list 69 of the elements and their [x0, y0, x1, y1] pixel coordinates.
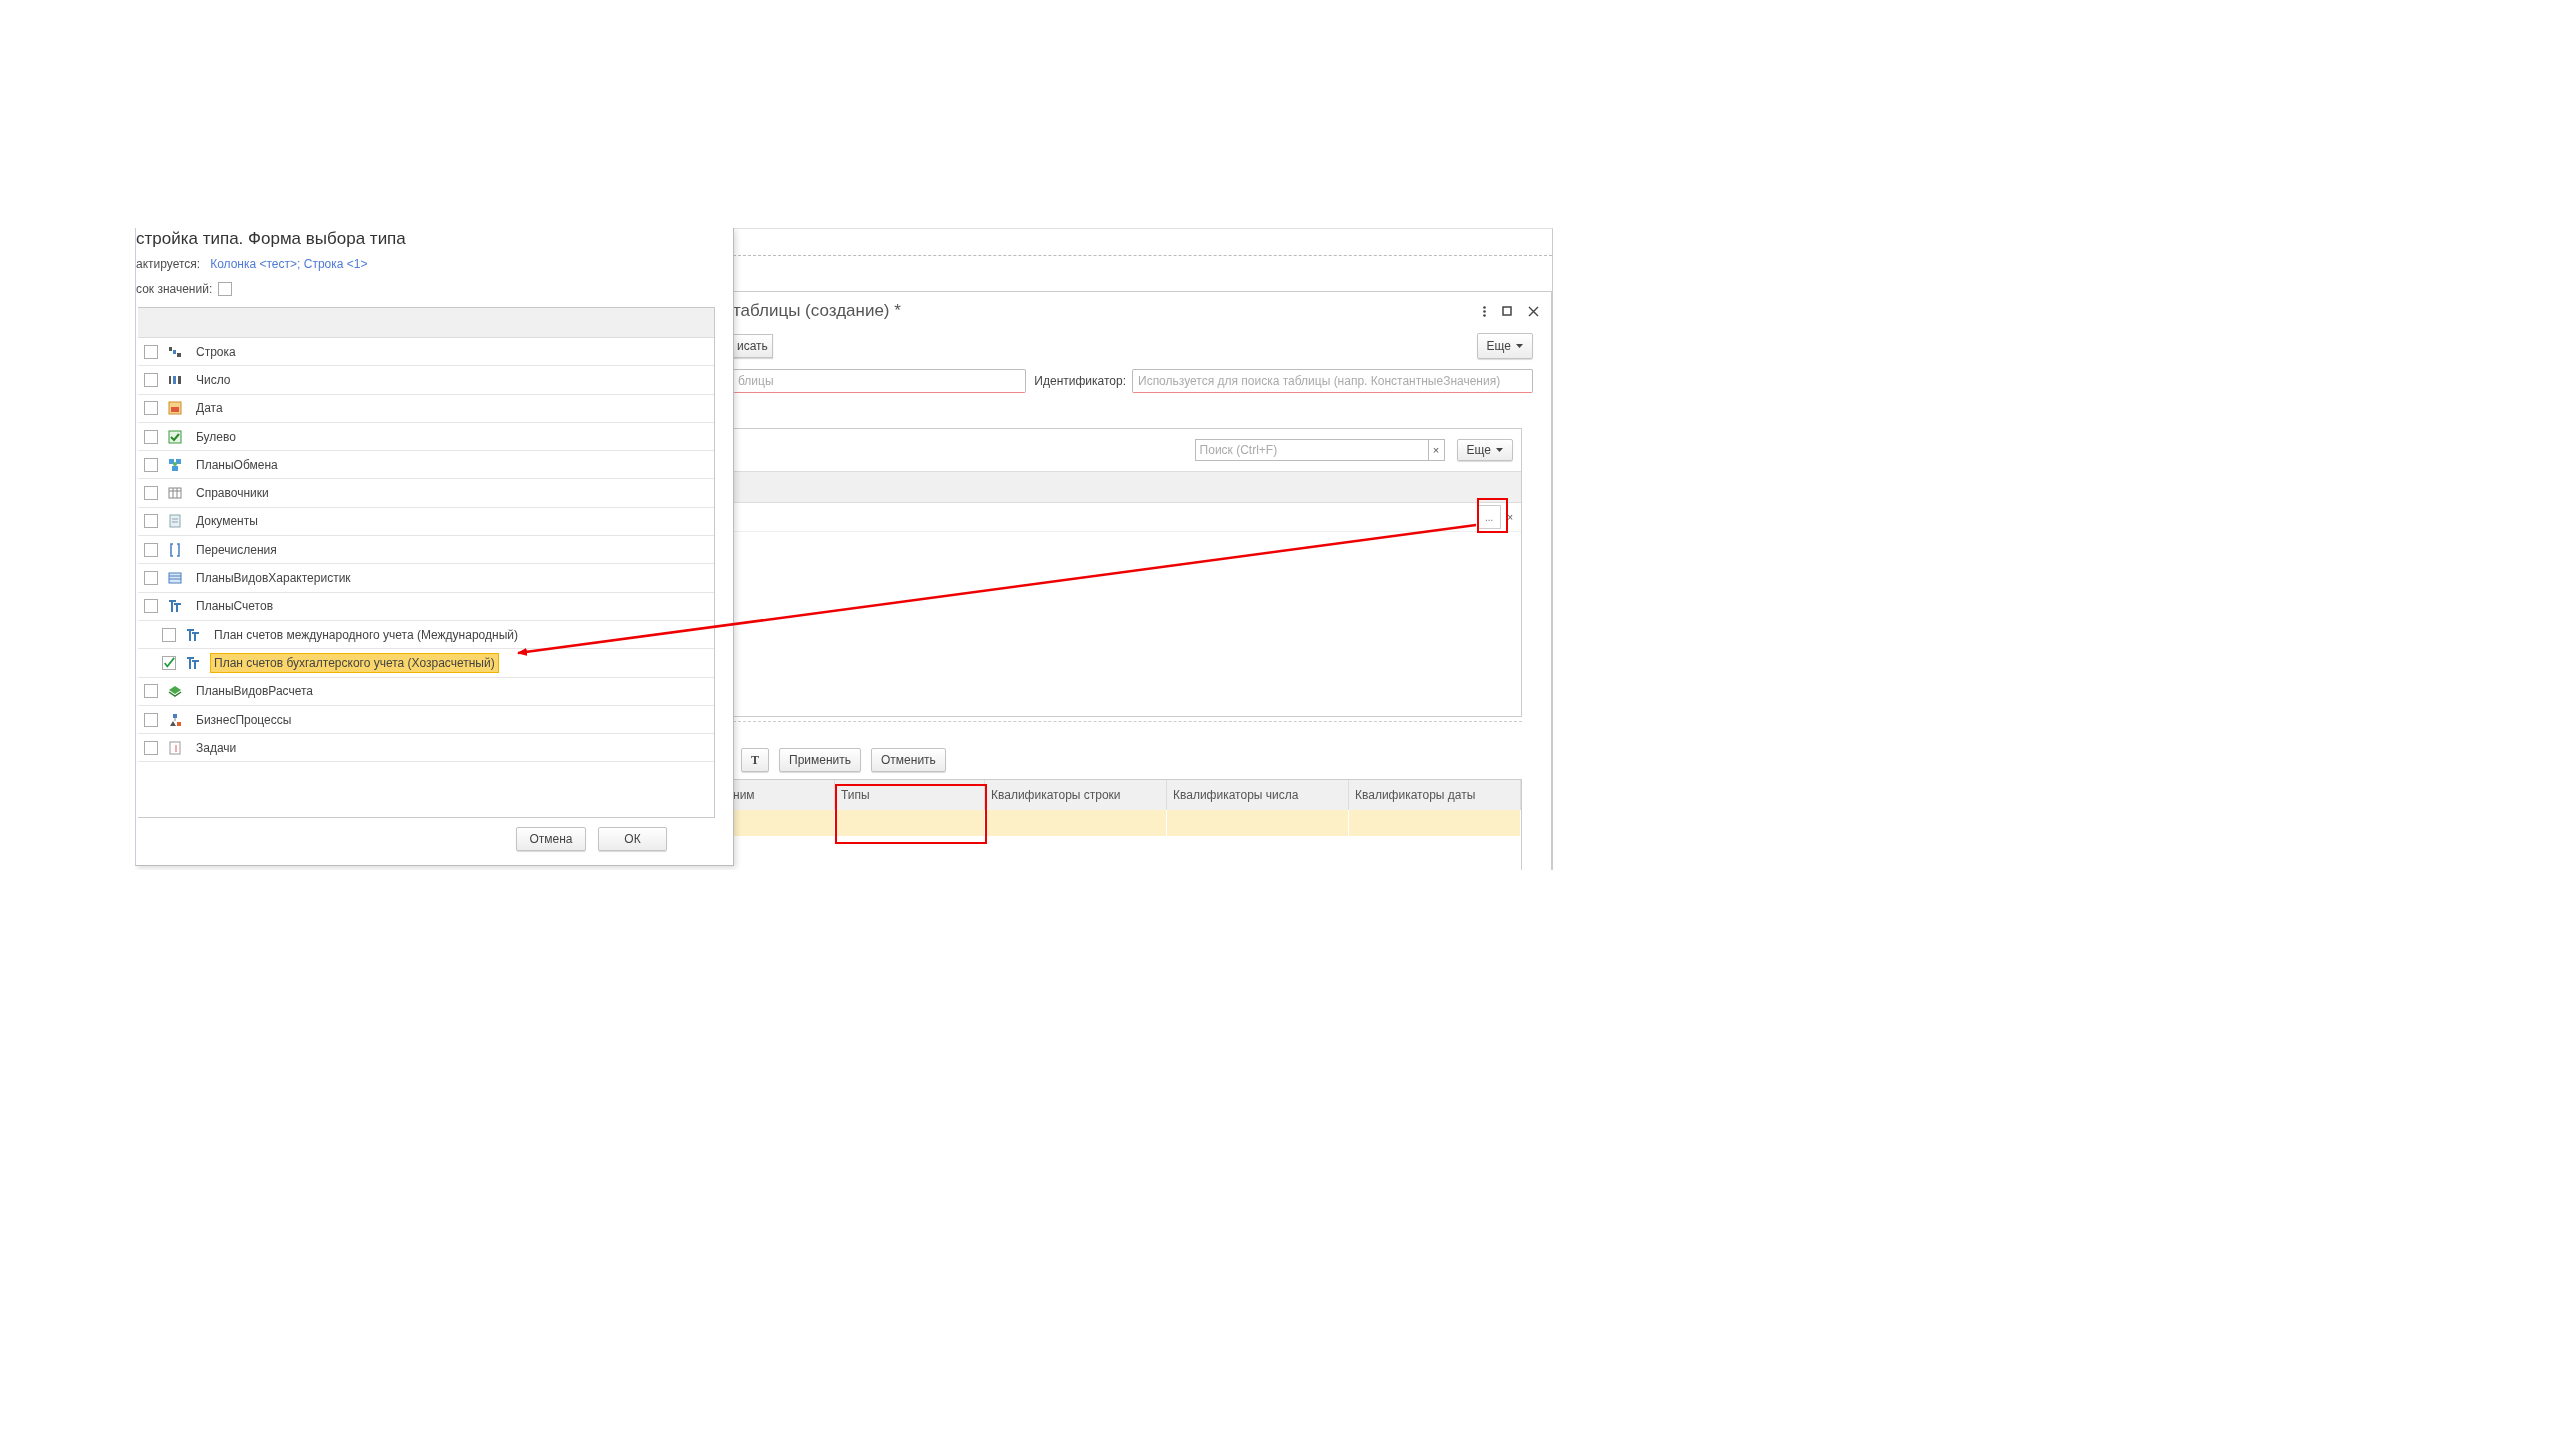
- save-button[interactable]: исать: [733, 334, 773, 358]
- value-list-label: сок значений:: [136, 282, 213, 296]
- window-title: таблицы (создание) *: [733, 301, 901, 321]
- toolbar-button[interactable]: Отменить: [871, 748, 946, 772]
- caret-icon: [1496, 448, 1503, 452]
- cancel-button[interactable]: Отмена: [516, 827, 586, 851]
- highlight-frame: [1477, 498, 1508, 533]
- search-field[interactable]: Поиск (Ctrl+F): [1194, 439, 1428, 461]
- ledger-icon: [168, 599, 182, 614]
- nodes-icon: [168, 457, 182, 472]
- document-icon: [168, 514, 182, 529]
- grid-icon: [168, 571, 182, 585]
- close-icon[interactable]: [1528, 305, 1539, 317]
- type-item[interactable]: Число: [192, 369, 235, 390]
- caret-icon: [1516, 344, 1523, 348]
- more-button[interactable]: Еще: [1456, 439, 1513, 461]
- checkbox[interactable]: [144, 457, 158, 472]
- checkbox[interactable]: [144, 599, 158, 614]
- checkbox[interactable]: [144, 542, 158, 557]
- type-item[interactable]: Задачи: [192, 737, 241, 758]
- more-icon[interactable]: [1483, 305, 1486, 317]
- dialog-title: стройка типа. Форма выбора типа: [136, 228, 406, 250]
- type-item[interactable]: ПланыОбмена: [192, 454, 282, 475]
- type-item[interactable]: Документы: [192, 511, 262, 532]
- name-field[interactable]: блицы: [733, 369, 1026, 393]
- clear-button[interactable]: ×: [1507, 511, 1513, 523]
- calendar-icon: [168, 401, 182, 416]
- type-item[interactable]: БизнесПроцессы: [192, 709, 296, 730]
- identifier-field[interactable]: Используется для поиска таблицы (напр. КонстантныеЗначения): [1132, 369, 1533, 393]
- page-icon: [168, 740, 182, 755]
- context-link[interactable]: Колонка <тест>; Строка <1>: [210, 257, 368, 271]
- type-item[interactable]: Перечисления: [192, 539, 281, 560]
- type-item[interactable]: ПланыСчетов: [192, 596, 278, 617]
- type-item[interactable]: ПланыВидовРасчета: [192, 681, 318, 702]
- context-label: актируется:: [136, 257, 201, 271]
- toolbar-button[interactable]: T: [741, 748, 769, 772]
- checkbox[interactable]: [144, 486, 158, 501]
- type-item[interactable]: План счетов бухгалтерского учета (Хозрасчетный): [210, 652, 499, 673]
- type-item[interactable]: ПланыВидовХарактеристик: [192, 568, 355, 588]
- checkbox[interactable]: [144, 571, 158, 585]
- checkbox[interactable]: [144, 372, 158, 387]
- ledger-icon: [186, 655, 200, 670]
- ledger-icon: [186, 627, 200, 642]
- checkbox[interactable]: [144, 514, 158, 529]
- ok-button[interactable]: ОК: [598, 827, 667, 851]
- type-item[interactable]: Справочники: [192, 483, 273, 504]
- checkbox[interactable]: [144, 401, 158, 416]
- table-icon: [168, 486, 182, 501]
- checkbox[interactable]: [144, 429, 158, 444]
- toolbar-button[interactable]: Применить: [779, 748, 862, 772]
- checkbox[interactable]: [144, 684, 158, 699]
- braces-icon: [168, 542, 182, 557]
- type-item[interactable]: Булево: [192, 426, 240, 447]
- type-item[interactable]: План счетов международного учета (Международный): [210, 624, 522, 645]
- maximize-icon[interactable]: [1502, 306, 1512, 316]
- flowchart-icon: [168, 712, 182, 727]
- checkbox[interactable]: [218, 282, 233, 296]
- type-item[interactable]: Дата: [192, 398, 227, 419]
- checkbox[interactable]: [144, 740, 158, 755]
- choose-button[interactable]: ...: [1477, 505, 1502, 529]
- identifier-label: Идентификатор:: [1034, 374, 1126, 388]
- checkbox[interactable]: [144, 344, 158, 359]
- more-button[interactable]: Еще: [1476, 333, 1533, 359]
- checkbox[interactable]: [162, 655, 176, 670]
- layers-icon: [168, 684, 182, 699]
- checkbox-icon: [168, 429, 182, 444]
- type-item[interactable]: Строка: [192, 341, 240, 362]
- checkbox[interactable]: [144, 712, 158, 727]
- checkbox[interactable]: [162, 627, 176, 642]
